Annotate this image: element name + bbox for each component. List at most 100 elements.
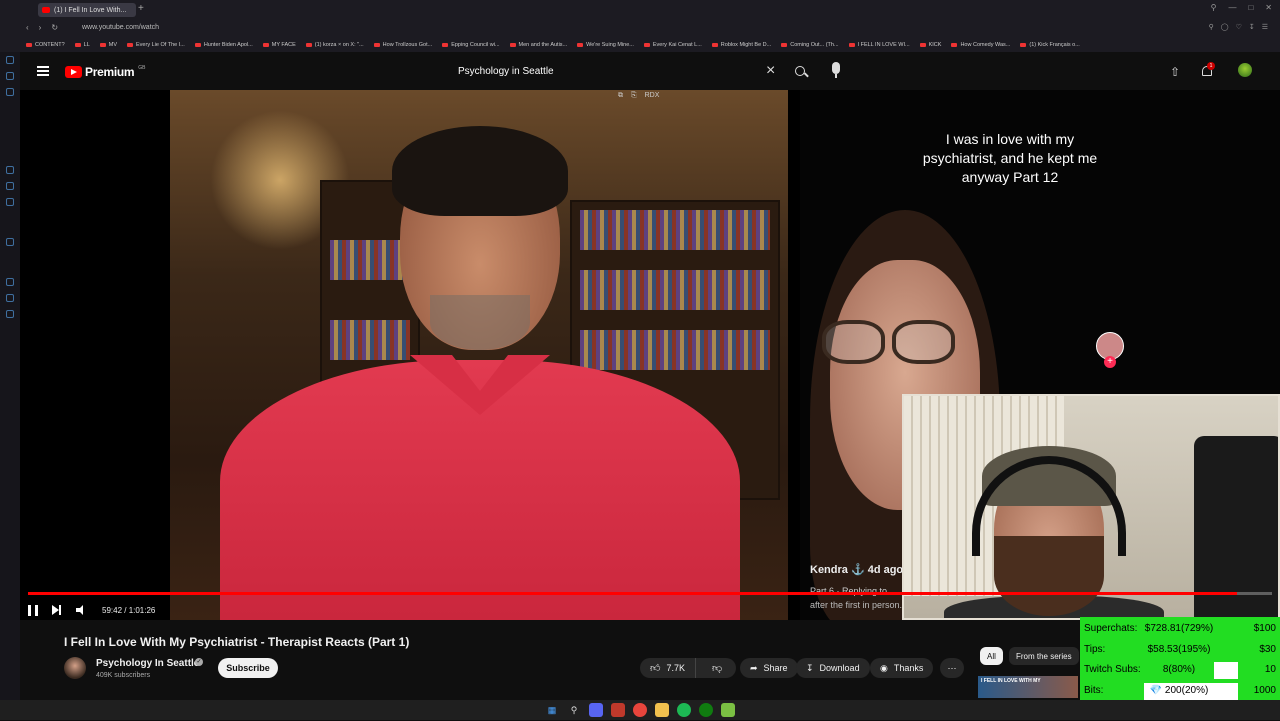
cast-icon[interactable]: ⎘: [631, 92, 637, 100]
bookmark-item[interactable]: Coming Out... (Th...: [781, 42, 839, 48]
goal-target: $30: [1259, 643, 1276, 655]
bookmark-item[interactable]: I FELL IN LOVE WI...: [848, 42, 910, 48]
minimize-icon[interactable]: —: [1228, 3, 1236, 12]
bookmark-item[interactable]: CONTENT?: [26, 42, 65, 48]
search-box[interactable]: Psychology in Seattle ×: [450, 60, 810, 84]
file-explorer-icon[interactable]: [655, 703, 669, 717]
bookmark-item[interactable]: Men and the Autis...: [509, 42, 567, 48]
upload-icon[interactable]: ⇧: [1170, 65, 1180, 79]
pip-icon[interactable]: ⧉: [618, 92, 623, 100]
logo-region: GB: [138, 65, 146, 71]
pause-icon[interactable]: [28, 604, 38, 616]
more-actions-button[interactable]: ⋯: [940, 658, 964, 678]
share-button[interactable]: ➦ Share: [740, 658, 798, 678]
bookmark-item[interactable]: We're Suing Mine...: [577, 42, 634, 48]
sidebar-app-icon[interactable]: [6, 182, 14, 190]
sidebar-app-icon[interactable]: [6, 198, 14, 206]
maximize-icon[interactable]: □: [1248, 3, 1253, 12]
hamburger-menu-icon[interactable]: [37, 66, 49, 76]
discord-icon[interactable]: [589, 703, 603, 717]
bookmark-label: MY FACE: [271, 42, 296, 48]
recommended-video-thumbnail[interactable]: I FELL IN LOVE WITH MY: [978, 676, 1078, 698]
back-icon[interactable]: ‹: [26, 23, 29, 32]
bookmark-item[interactable]: Hunter Biden Apol...: [194, 42, 253, 48]
forward-icon[interactable]: ›: [39, 23, 42, 32]
channel-avatar[interactable]: [64, 657, 86, 679]
microphone-icon[interactable]: [832, 62, 840, 78]
bookmark-favicon-icon: [919, 43, 926, 47]
sidebar-app-icon[interactable]: [6, 72, 14, 80]
thumbs-up-icon: 👍︎: [650, 663, 661, 674]
youtube-play-icon: [65, 66, 82, 78]
sidebar-app-icon[interactable]: [6, 238, 14, 246]
youtube-logo[interactable]: Premium GB: [65, 65, 146, 79]
url-field[interactable]: www.youtube.com/watch: [82, 24, 159, 31]
bookmark-item[interactable]: Epping Council wi...: [442, 42, 500, 48]
search-input[interactable]: Psychology in Seattle: [458, 66, 554, 77]
goal-value: 💎 200(20%): [1149, 684, 1209, 696]
bookmark-item[interactable]: (1) Kick Français o...: [1020, 42, 1080, 48]
reload-icon[interactable]: ↻: [51, 23, 58, 32]
account-avatar[interactable]: [1238, 63, 1252, 77]
download-label: Download: [819, 663, 860, 673]
bookmark-item[interactable]: How Trollzous Got...: [373, 42, 432, 48]
bookmark-label: Every Kai Cenat L...: [652, 42, 702, 48]
xbox-icon[interactable]: [699, 703, 713, 717]
bookmark-favicon-icon: [99, 43, 106, 47]
bookmark-item[interactable]: Every Kai Cenat L...: [643, 42, 702, 48]
spotify-icon[interactable]: [677, 703, 691, 717]
bookmark-label: LL: [83, 42, 90, 48]
bookmark-item[interactable]: MV: [99, 42, 117, 48]
browser-tab-active[interactable]: (1) I Fell In Love With...: [38, 3, 136, 17]
verified-check-icon: ✓: [195, 658, 203, 666]
new-tab-icon[interactable]: +: [138, 3, 144, 14]
windows-start-icon[interactable]: ▦: [545, 703, 559, 717]
sidebar-app-icon[interactable]: [6, 294, 14, 302]
search-icon[interactable]: [792, 63, 810, 81]
thumbs-down-icon[interactable]: 👎︎: [702, 662, 732, 674]
like-button[interactable]: 👍︎ 7.7K: [640, 658, 696, 678]
thanks-button[interactable]: ◉ Thanks: [870, 658, 934, 678]
volume-icon[interactable]: [76, 605, 88, 615]
bookmark-icon[interactable]: ♡: [1236, 23, 1242, 31]
bookmark-item[interactable]: Every Lie Of The I...: [127, 42, 185, 48]
goal-row: Superchats: $728.81(729%) $100: [1080, 620, 1280, 639]
subscribe-button[interactable]: Subscribe: [218, 658, 278, 678]
next-icon[interactable]: [52, 605, 62, 615]
bookmark-favicon-icon: [127, 43, 134, 47]
progress-bar[interactable]: [28, 592, 1272, 595]
sidebar-app-icon[interactable]: [6, 56, 14, 64]
download-button[interactable]: ↧ Download: [796, 658, 870, 678]
extensions-icon[interactable]: ☰: [1262, 23, 1268, 31]
search-tabs-icon[interactable]: ⚲: [1211, 3, 1217, 12]
goal-label: Bits:: [1084, 684, 1104, 696]
shield-icon[interactable]: ◯: [1221, 23, 1229, 31]
bookmark-item[interactable]: (1) korza × on X: "...: [305, 42, 364, 48]
goal-row: Bits: 💎 200(20%) 1000: [1080, 682, 1280, 701]
opera-icon[interactable]: [611, 703, 625, 717]
bookmark-item[interactable]: MY FACE: [262, 42, 296, 48]
goal-value: $58.53(195%): [1147, 643, 1211, 655]
bookmark-item[interactable]: KICK: [919, 42, 941, 48]
chip-from-series[interactable]: From the series: [1009, 647, 1079, 665]
bookmark-favicon-icon: [305, 43, 312, 47]
video-player[interactable]: ⧉ ⎘ RDX I was in love with my psychiatri…: [20, 90, 1280, 620]
sidebar-app-icon[interactable]: [6, 310, 14, 318]
sidebar-app-icon[interactable]: [6, 166, 14, 174]
goal-value: $728.81(729%): [1144, 623, 1214, 634]
books: [580, 210, 770, 250]
taskbar-search-icon[interactable]: ⚲: [567, 703, 581, 717]
chip-all[interactable]: All: [980, 647, 1003, 665]
download-icon[interactable]: ↧: [1249, 23, 1255, 31]
bookmark-item[interactable]: Roblox Might Be D...: [711, 42, 771, 48]
zoom-icon[interactable]: ⚲: [1209, 23, 1214, 31]
bookmark-item[interactable]: How Comedy Was...: [951, 42, 1010, 48]
sidebar-app-icon[interactable]: [6, 88, 14, 96]
app-icon[interactable]: [721, 703, 735, 717]
clear-search-icon[interactable]: ×: [766, 62, 775, 80]
sidebar-app-icon[interactable]: [6, 278, 14, 286]
close-window-icon[interactable]: ✕: [1265, 3, 1272, 12]
channel-name[interactable]: Psychology In Seattle: [96, 658, 199, 669]
bookmark-item[interactable]: LL: [74, 42, 90, 48]
chrome-icon[interactable]: [633, 703, 647, 717]
